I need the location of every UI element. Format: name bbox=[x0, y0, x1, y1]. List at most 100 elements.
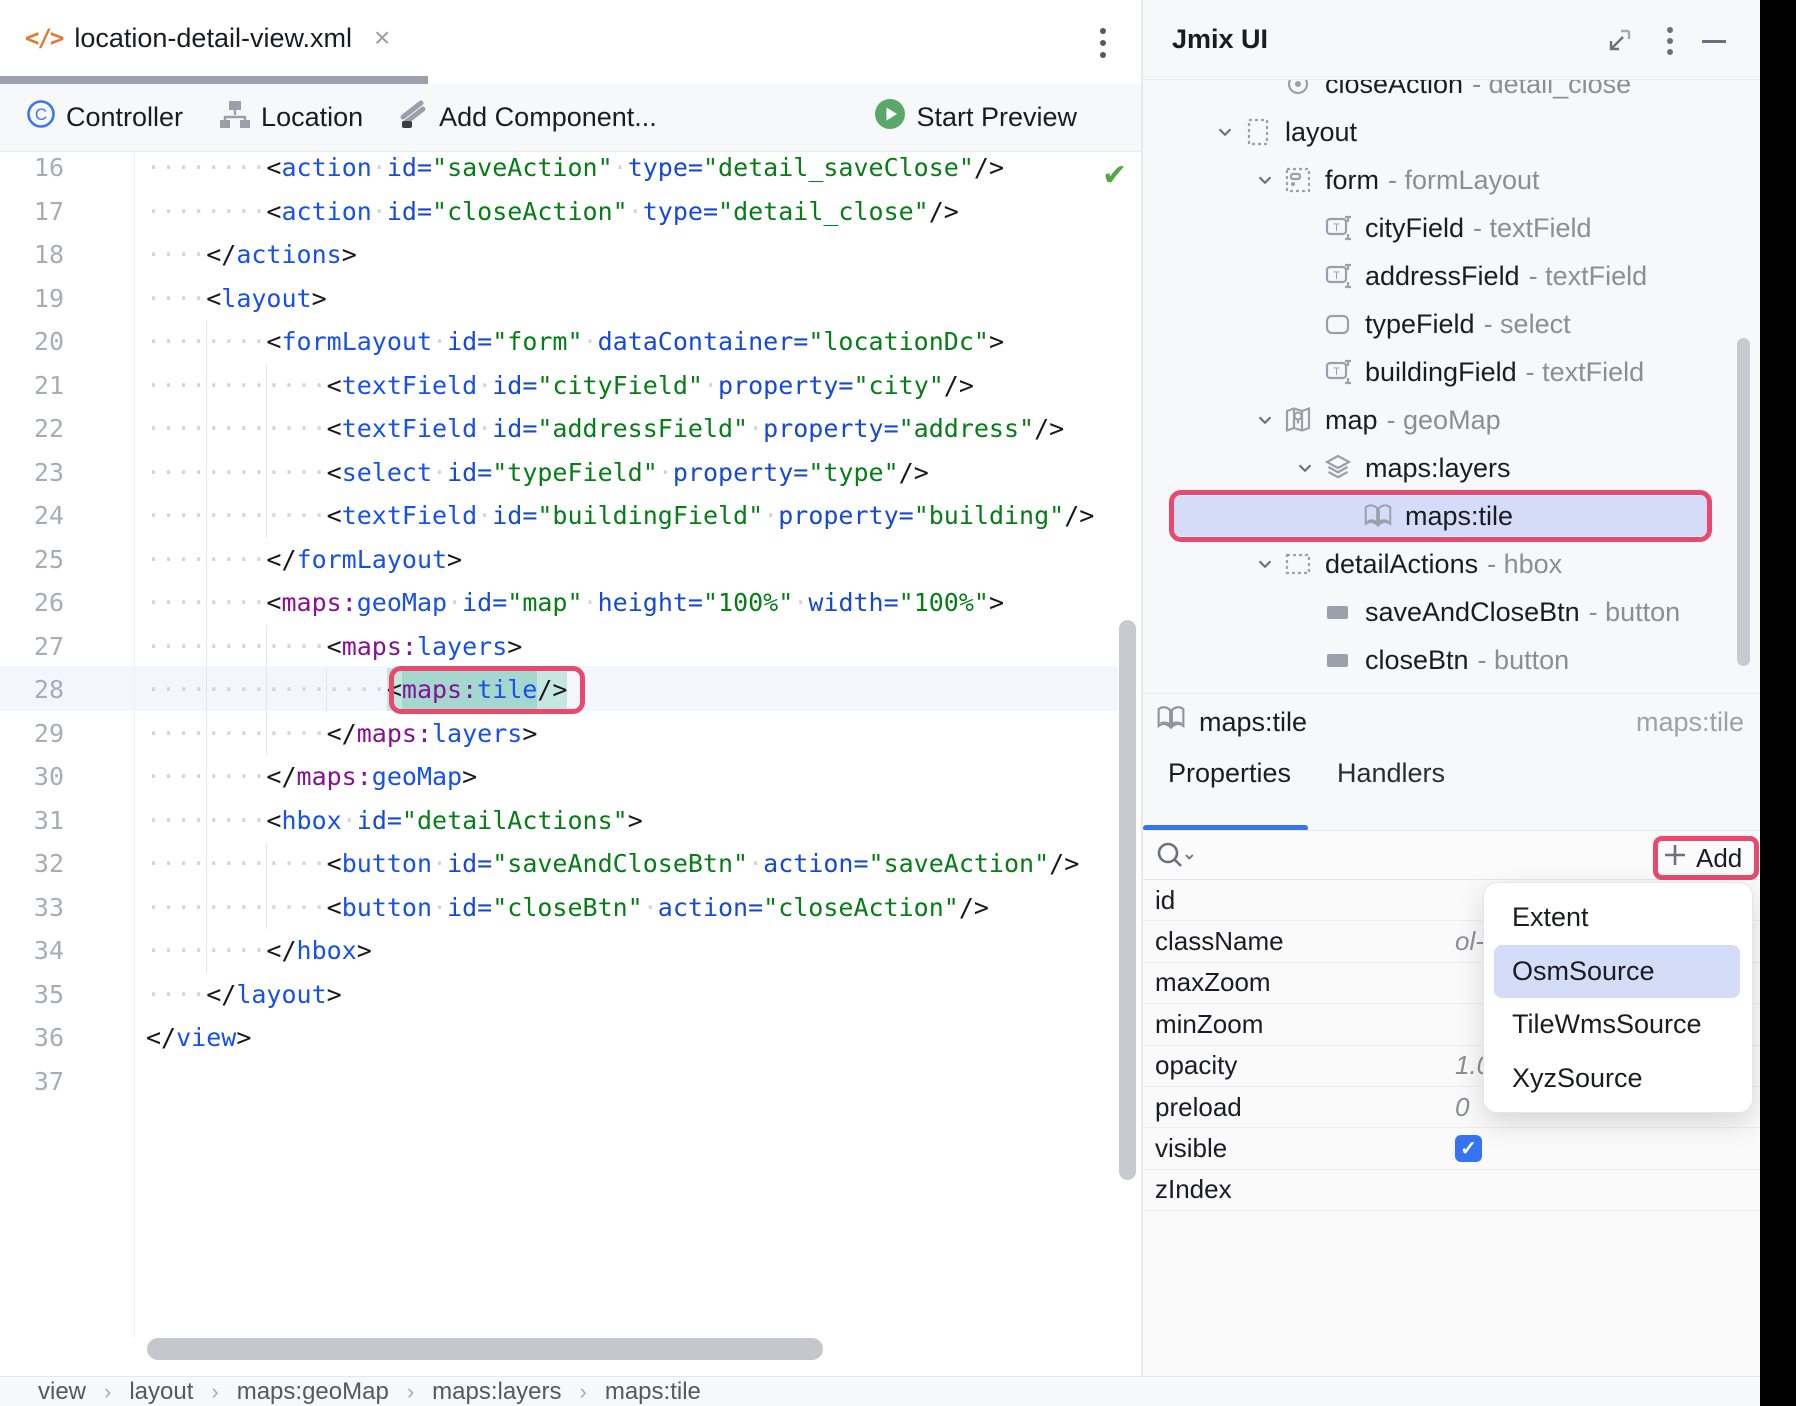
breadcrumb-layout[interactable]: layout bbox=[129, 1378, 193, 1406]
code-line[interactable]: 37 bbox=[0, 1060, 1141, 1104]
tree-item-form[interactable]: form- formLayout bbox=[1143, 156, 1755, 204]
hide-panel-icon[interactable] bbox=[1604, 26, 1634, 56]
tree-item-maps-layers[interactable]: maps:layers bbox=[1143, 444, 1755, 492]
code-line[interactable]: 36</view> bbox=[0, 1016, 1141, 1060]
tree-item-type: - textField bbox=[1473, 213, 1592, 244]
tree-item-label: maps:layers bbox=[1365, 453, 1511, 484]
line-number: 20 bbox=[0, 320, 64, 364]
tree-item-type: - textField bbox=[1529, 261, 1648, 292]
code-line[interactable]: 25········</formLayout> bbox=[0, 538, 1141, 582]
breadcrumb-bar: view›layout›maps:geoMap›maps:layers›maps… bbox=[0, 1376, 1760, 1406]
property-row-zindex[interactable]: zIndex bbox=[1143, 1170, 1760, 1211]
tree-item-label: addressField bbox=[1365, 261, 1520, 292]
tree-item-closebtn[interactable]: closeBtn - button bbox=[1143, 636, 1755, 684]
chevron-down-icon[interactable] bbox=[1207, 121, 1243, 143]
tree-item-label: buildingField bbox=[1365, 357, 1517, 388]
line-number: 33 bbox=[0, 886, 64, 930]
property-row-visible[interactable]: visible✓ bbox=[1143, 1128, 1760, 1169]
code-line[interactable]: 27············<maps:layers> bbox=[0, 625, 1141, 669]
popup-item-osmsource[interactable]: OsmSource bbox=[1494, 945, 1740, 999]
line-number: 23 bbox=[0, 451, 64, 495]
popup-item-tilewmssource[interactable]: TileWmsSource bbox=[1484, 998, 1752, 1052]
chevron-down-icon[interactable] bbox=[1247, 169, 1283, 191]
tree-item-label: map bbox=[1325, 405, 1378, 436]
panel-options-kebab-icon[interactable] bbox=[1655, 26, 1685, 56]
search-icon[interactable] bbox=[1155, 841, 1199, 876]
tree-item-label: closeBtn bbox=[1365, 645, 1469, 676]
code-line[interactable]: 32············<button·id="saveAndCloseBt… bbox=[0, 842, 1141, 886]
line-number: 32 bbox=[0, 842, 64, 886]
breadcrumb-maps-geomap[interactable]: maps:geoMap bbox=[237, 1378, 389, 1406]
line-number: 24 bbox=[0, 494, 64, 538]
visible-checkbox[interactable]: ✓ bbox=[1455, 1135, 1482, 1162]
chevron-down-icon[interactable] bbox=[1247, 553, 1283, 575]
panel-header: Jmix UI bbox=[1143, 0, 1760, 80]
tree-item-addressfield[interactable]: TaddressField - textField bbox=[1143, 252, 1755, 300]
tree-item-cityfield[interactable]: TcityField- textField bbox=[1143, 204, 1755, 252]
property-name: id bbox=[1155, 885, 1175, 916]
tab-properties[interactable]: Properties bbox=[1168, 758, 1291, 789]
property-value[interactable]: 0 bbox=[1455, 1092, 1469, 1123]
breadcrumb-view[interactable]: view bbox=[38, 1378, 86, 1406]
property-name: minZoom bbox=[1155, 1009, 1263, 1040]
editor-horizontal-scrollbar[interactable] bbox=[147, 1338, 823, 1360]
tab-handlers[interactable]: Handlers bbox=[1337, 758, 1445, 789]
button-icon bbox=[1323, 645, 1353, 675]
line-number: 34 bbox=[0, 929, 64, 973]
line-number: 35 bbox=[0, 973, 64, 1017]
tree-item-layout[interactable]: layout bbox=[1143, 108, 1755, 156]
code-line[interactable]: 16········<action·id="saveAction"·type="… bbox=[0, 146, 1141, 190]
line-number: 25 bbox=[0, 538, 64, 582]
code-line[interactable]: 17········<action·id="closeAction"·type=… bbox=[0, 190, 1141, 234]
line-number: 28 bbox=[0, 668, 64, 712]
editor-vertical-scrollbar[interactable] bbox=[1119, 620, 1136, 1180]
popup-item-xyzsource[interactable]: XyzSource bbox=[1484, 1052, 1752, 1106]
map-icon bbox=[1283, 405, 1313, 435]
form-icon bbox=[1283, 165, 1313, 195]
property-name: maxZoom bbox=[1155, 967, 1271, 998]
line-number: 31 bbox=[0, 799, 64, 843]
code-line[interactable]: 19····<layout> bbox=[0, 277, 1141, 321]
map-tile-icon bbox=[1156, 703, 1186, 733]
tree-item-type: - button bbox=[1478, 645, 1570, 676]
code-line[interactable]: 21············<textField·id="cityField"·… bbox=[0, 364, 1141, 408]
breadcrumb-separator: › bbox=[407, 1379, 414, 1405]
layout-icon bbox=[1243, 117, 1273, 147]
tree-item-map[interactable]: map- geoMap bbox=[1143, 396, 1755, 444]
chevron-down-icon[interactable] bbox=[1287, 457, 1323, 479]
select-icon bbox=[1323, 309, 1353, 339]
ide-content: </> location-detail-view.xml × C Control… bbox=[0, 0, 1760, 1406]
popup-item-extent[interactable]: Extent bbox=[1484, 891, 1752, 945]
code-line[interactable]: 22············<textField·id="addressFiel… bbox=[0, 407, 1141, 451]
line-number: 16 bbox=[0, 146, 64, 190]
textfield-icon: T bbox=[1323, 213, 1353, 243]
code-line[interactable]: 35····</layout> bbox=[0, 973, 1141, 1017]
code-line[interactable]: 26········<maps:geoMap·id="map"·height="… bbox=[0, 581, 1141, 625]
code-line[interactable]: 23············<select·id="typeField"·pro… bbox=[0, 451, 1141, 495]
code-line[interactable]: 20········<formLayout·id="form"·dataCont… bbox=[0, 320, 1141, 364]
code-line[interactable]: 31········<hbox·id="detailActions"> bbox=[0, 799, 1141, 843]
code-line[interactable]: 33············<button·id="closeBtn"·acti… bbox=[0, 886, 1141, 930]
property-value[interactable]: ol- bbox=[1455, 926, 1484, 957]
property-name: opacity bbox=[1155, 1050, 1237, 1081]
chevron-down-icon[interactable] bbox=[1247, 409, 1283, 431]
tree-item-saveandclosebtn[interactable]: saveAndCloseBtn- button bbox=[1143, 588, 1755, 636]
minimize-panel-icon[interactable] bbox=[1699, 26, 1729, 56]
textfield-icon: T bbox=[1323, 261, 1353, 291]
line-number: 18 bbox=[0, 233, 64, 277]
breadcrumb-maps-layers[interactable]: maps:layers bbox=[432, 1378, 561, 1406]
property-name: zIndex bbox=[1155, 1174, 1232, 1205]
tree-item-buildingfield[interactable]: TbuildingField- textField bbox=[1143, 348, 1755, 396]
code-line[interactable]: 18····</actions> bbox=[0, 233, 1141, 277]
tree-item-detailactions[interactable]: detailActions- hbox bbox=[1143, 540, 1755, 588]
tree-item-typefield[interactable]: typeField- select bbox=[1143, 300, 1755, 348]
breadcrumb-maps-tile[interactable]: maps:tile bbox=[605, 1378, 701, 1406]
code-line[interactable]: 24············<textField·id="buildingFie… bbox=[0, 494, 1141, 538]
code-line[interactable]: 34········</hbox> bbox=[0, 929, 1141, 973]
breadcrumb-separator: › bbox=[104, 1379, 111, 1405]
ide-window: </> location-detail-view.xml × C Control… bbox=[0, 0, 1796, 1406]
inspection-ok-icon[interactable]: ✔ bbox=[1102, 158, 1127, 193]
code-line[interactable]: 30········</maps:geoMap> bbox=[0, 755, 1141, 799]
code-line[interactable]: 29············</maps:layers> bbox=[0, 712, 1141, 756]
layers-icon bbox=[1323, 453, 1353, 483]
